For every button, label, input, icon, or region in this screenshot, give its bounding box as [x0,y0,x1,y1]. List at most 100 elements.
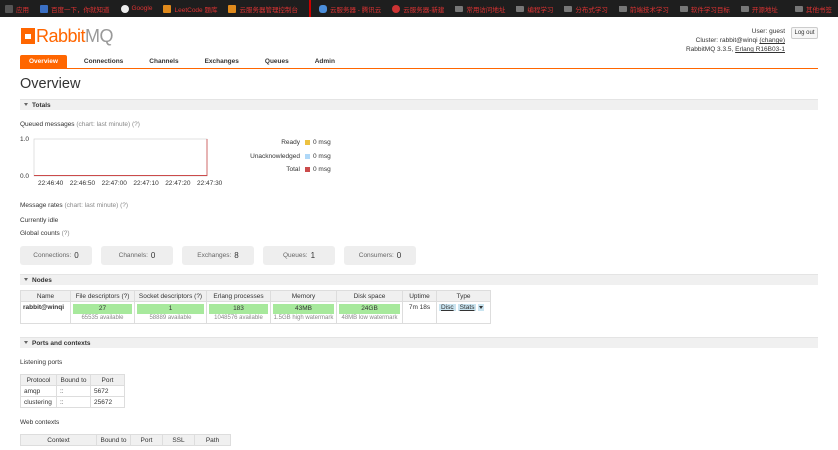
tab-queues[interactable]: Queues [256,55,298,68]
section-nodes-header[interactable]: Nodes [20,274,818,285]
ep-bar: 183 [209,304,268,314]
collapse-triangle-icon [24,341,28,345]
x-tick-label: 22:47:10 [133,180,159,187]
x-tick-label: 22:46:40 [38,180,64,187]
tab-overview[interactable]: Overview [20,55,67,68]
nodes-table: Name File descriptors (?) Socket descrip… [20,290,491,324]
google-icon [120,4,129,13]
currently-idle-text: Currently idle [20,217,59,224]
count-channels[interactable]: Channels: 0 [101,246,173,265]
legend-total: Total 0 msg [286,166,331,174]
bookmark-folder-common[interactable]: 常用访问地址 [455,4,505,14]
x-tick-label: 22:47:30 [197,180,223,187]
table-row: amqp :: 5672 [20,385,125,397]
bookmark-folder-software[interactable]: 软件学习目标 [679,4,730,14]
leetcode-icon [163,4,172,13]
help-link[interactable]: (?) [121,293,129,300]
bookmark-baidu[interactable]: 百度一下，你就知道 [40,4,110,14]
tencent-cloud-icon [318,4,327,13]
stats-tag[interactable]: Stats [457,304,477,312]
login-info: User: guest Cluster: rabbit@winqi (chang… [685,28,785,53]
bookmarks-bar: 应用 百度一下，你就知道 Google LeetCode 题库 云服务器管理控制… [0,0,838,17]
section-totals-header[interactable]: Totals [20,99,818,110]
col-disk-space: Disk space [336,290,403,302]
tab-connections[interactable]: Connections [75,55,132,68]
count-exchanges[interactable]: Exchanges: 8 [182,246,254,265]
bookmark-folder-opensource[interactable]: 开源地址 [740,4,778,14]
folder-icon [795,5,803,12]
x-tick-label: 22:46:50 [70,180,96,187]
legend-swatch [305,167,310,173]
bookmark-leetcode[interactable]: LeetCode 题库 [163,4,217,14]
bookmark-huawei[interactable]: 云服务器-新建 [392,4,444,14]
count-consumers[interactable]: Consumers: 0 [344,246,416,265]
table-row: rabbit@winqi 27 65535 available 1 58889 av… [20,301,491,324]
folder-icon [740,5,749,12]
col-bound-to: Bound to [96,434,131,446]
help-link[interactable]: (?) [194,293,202,300]
legend-swatch [305,140,310,146]
bookmark-apps[interactable]: 应用 [5,4,29,14]
logo-text-rabbit: Rabbit [36,25,86,46]
queued-messages-label: Queued messages (chart: last minute) (?) [20,121,140,128]
erlang-processes-cell: 183 1048576 available [206,301,271,324]
aliyun-icon [228,4,237,13]
bookmark-google[interactable]: Google [120,4,152,13]
col-ssl: SSL [162,434,195,446]
help-link[interactable]: (?) [132,121,140,128]
rabbit-logo-icon [21,28,35,44]
help-link[interactable]: (?) [120,202,128,209]
socket-descriptors-cell: 1 58889 available [134,301,207,324]
col-memory: Memory [270,290,337,302]
node-name-link[interactable]: rabbit@winqi [20,301,71,324]
disk-space-cell: 24GB 48MB low watermark [336,301,403,324]
type-cell: Disc Stats [436,301,491,324]
help-link[interactable]: (?) [62,230,70,237]
huawei-cloud-icon [392,4,401,13]
apps-icon [5,4,13,13]
main-nav: Overview Connections Channels Exchanges … [20,55,818,69]
chart-plot-area [33,138,208,177]
collapse-triangle-icon [24,278,28,282]
change-cluster-link[interactable]: (change) [759,37,785,44]
table-header-row: Name File descriptors (?) Socket descrip… [20,290,491,302]
bookmark-folder-frontend[interactable]: 前端技术学习 [618,4,669,14]
chart-range-link[interactable]: (chart: last minute) [76,121,130,128]
table-row: clustering :: 25672 [20,396,125,408]
logout-button[interactable]: Log out [791,27,818,39]
rates-range-link[interactable]: (chart: last minute) [64,202,118,209]
bookmark-folder-other[interactable]: 其他书签 [795,4,832,14]
sd-bar: 1 [137,304,204,314]
col-name: Name [20,290,71,302]
divider [308,0,311,17]
count-queues[interactable]: Queues: 1 [263,246,335,265]
tab-admin[interactable]: Admin [306,55,344,68]
global-counts-label: Global counts (?) [20,230,70,237]
col-port: Port [130,434,163,446]
baidu-icon [40,4,48,13]
legend-unacknowledged: Unacknowledged 0 msg [250,152,331,160]
table-header-row: Context Bound to Port SSL Path [20,434,231,446]
rabbitmq-logo[interactable]: RabbitMQ [21,25,114,46]
bookmark-tencent[interactable]: 云服务器 - 腾讯云 [308,0,381,17]
memory-cell: 43MB 1.5GB high watermark [270,301,337,324]
logo-text-mq: MQ [85,25,114,46]
collapse-triangle-icon [24,103,28,107]
dropdown-arrow-icon[interactable] [478,304,485,311]
x-tick-label: 22:47:00 [102,180,128,187]
section-ports-header[interactable]: Ports and contexts [20,337,818,348]
page-title: Overview [20,76,81,92]
col-file-descriptors: File descriptors (?) [70,290,135,302]
tab-channels[interactable]: Channels [140,55,187,68]
y-tick-label: 0.0 [20,173,29,180]
erlang-version-link[interactable]: Erlang R16B03-1 [735,46,785,53]
tab-exchanges[interactable]: Exchanges [196,55,248,68]
folder-icon [455,5,464,12]
file-descriptors-cell: 27 65535 available [70,301,135,324]
listening-ports-table: Protocol Bound to Port amqp :: 5672 clus… [20,374,125,408]
bookmark-folder-distributed[interactable]: 分布式学习 [564,4,608,14]
disc-tag[interactable]: Disc [439,304,456,312]
bookmark-aliyun[interactable]: 云服务器管理控制台 [228,4,298,14]
bookmark-folder-programming[interactable]: 编程学习 [516,4,553,14]
count-connections[interactable]: Connections: 0 [20,246,92,265]
